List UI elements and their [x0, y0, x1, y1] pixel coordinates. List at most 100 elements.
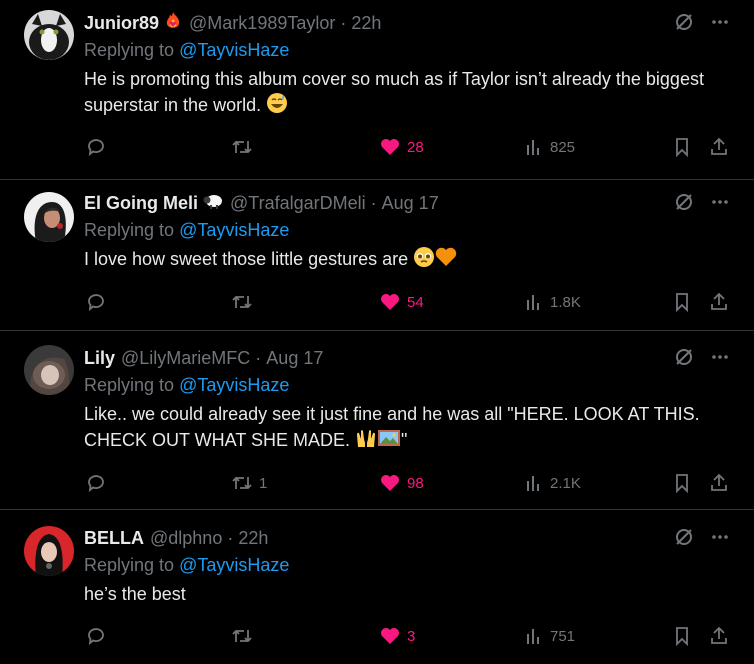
- mention-link[interactable]: @TayvisHaze: [179, 375, 289, 395]
- reply-tweet[interactable]: Lily @LilyMarieMFC · Aug 17 Replying to …: [0, 331, 754, 510]
- fire-heart-icon: [163, 11, 183, 36]
- tweet-text-content: he’s the best: [84, 584, 186, 604]
- display-name[interactable]: Junior89: [84, 13, 159, 34]
- like-button[interactable]: 28: [379, 135, 424, 159]
- reply-tweet[interactable]: BELLA @dlphno · 22h Replying to @TayvisH…: [0, 510, 754, 664]
- mention-link[interactable]: @TayvisHaze: [179, 220, 289, 240]
- tweet-top-actions: [674, 347, 730, 372]
- separator-dot: ·: [340, 12, 347, 33]
- framed-picture-emoji: [377, 427, 401, 456]
- like-count: 3: [407, 627, 416, 645]
- share-button[interactable]: [709, 290, 729, 314]
- heart-filled-icon: [381, 628, 399, 644]
- replying-to: Replying to @TayvisHaze: [84, 40, 730, 62]
- retweet-icon: [232, 629, 252, 643]
- view-count: 1.8K: [550, 293, 581, 311]
- timestamp[interactable]: 22h: [238, 528, 268, 549]
- more-options-icon[interactable]: [710, 12, 730, 37]
- display-name[interactable]: El Going Meli: [84, 193, 198, 214]
- bookmark-icon: [676, 627, 688, 646]
- bookmark-button[interactable]: [672, 290, 692, 314]
- retweet-count: 1: [259, 474, 268, 492]
- views-button[interactable]: 751: [524, 624, 575, 648]
- avatar[interactable]: [24, 345, 74, 395]
- views-button[interactable]: 2.1K: [524, 471, 581, 495]
- views-button[interactable]: 1.8K: [524, 290, 581, 314]
- like-count: 28: [407, 138, 424, 156]
- timestamp[interactable]: Aug 17: [266, 348, 323, 369]
- reply-button[interactable]: [86, 135, 112, 159]
- views-chart-icon: [527, 476, 539, 491]
- retweet-button[interactable]: [231, 135, 259, 159]
- reply-feed: Junior89 @Mark1989Taylor · 22h Replying …: [0, 0, 754, 664]
- grok-icon[interactable]: [674, 12, 694, 37]
- views-button[interactable]: 825: [524, 135, 575, 159]
- grok-icon[interactable]: [674, 192, 694, 217]
- like-button[interactable]: 3: [379, 624, 415, 648]
- bookmark-button[interactable]: [672, 135, 692, 159]
- retweet-icon: [232, 140, 252, 154]
- more-options-icon[interactable]: [710, 347, 730, 372]
- user-handle[interactable]: @Mark1989Taylor: [189, 13, 335, 34]
- like-button[interactable]: 98: [379, 471, 424, 495]
- view-count: 751: [550, 627, 576, 645]
- mention-link[interactable]: @TayvisHaze: [179, 40, 289, 60]
- timestamp[interactable]: 22h: [351, 13, 381, 34]
- tweet-top-actions: [674, 12, 730, 37]
- share-button[interactable]: [709, 624, 729, 648]
- avatar[interactable]: [24, 526, 74, 576]
- retweet-button[interactable]: [231, 290, 259, 314]
- tweet-actions: 28 825: [0, 135, 754, 159]
- reply-button[interactable]: [86, 624, 112, 648]
- bookmark-icon: [676, 293, 688, 312]
- display-name[interactable]: BELLA: [84, 528, 144, 549]
- reply-tweet[interactable]: Junior89 @Mark1989Taylor · 22h Replying …: [0, 0, 754, 180]
- avatar[interactable]: [24, 10, 74, 60]
- bookmark-icon: [676, 138, 688, 157]
- reply-icon: [88, 475, 104, 493]
- avatar-portrait-image: [24, 192, 74, 242]
- share-button[interactable]: [709, 471, 729, 495]
- avatar[interactable]: [24, 192, 74, 242]
- views-chart-icon: [527, 140, 539, 155]
- sheep-icon: [202, 192, 224, 215]
- mention-link[interactable]: @TayvisHaze: [179, 555, 289, 575]
- replying-label: Replying to: [84, 375, 180, 395]
- more-options-icon[interactable]: [710, 527, 730, 552]
- reply-icon: [88, 628, 104, 646]
- more-options-icon[interactable]: [710, 192, 730, 217]
- like-button[interactable]: 54: [379, 290, 424, 314]
- replying-label: Replying to: [84, 40, 180, 60]
- replying-to: Replying to @TayvisHaze: [84, 220, 730, 242]
- avatar-cat-image: [24, 10, 74, 60]
- user-handle[interactable]: @TrafalgarDMeli: [230, 193, 366, 214]
- view-count: 2.1K: [550, 474, 581, 492]
- grok-icon[interactable]: [674, 347, 694, 372]
- retweet-button[interactable]: [231, 624, 259, 648]
- share-button[interactable]: [709, 135, 729, 159]
- separator-dot: ·: [227, 527, 234, 548]
- bookmark-button[interactable]: [672, 471, 692, 495]
- orange-heart-emoji: [435, 246, 457, 275]
- tweet-actions: 1 98 2.1K: [0, 471, 754, 495]
- share-icon: [711, 626, 727, 644]
- tweet-header: Junior89 @Mark1989Taylor · 22h: [84, 11, 730, 36]
- tweet-top-actions: [674, 527, 730, 552]
- tweet-actions: 54 1.8K: [0, 290, 754, 314]
- bookmark-button[interactable]: [672, 624, 692, 648]
- grok-icon[interactable]: [674, 527, 694, 552]
- views-chart-icon: [527, 295, 539, 310]
- display-name[interactable]: Lily: [84, 348, 115, 369]
- user-handle[interactable]: @LilyMarieMFC: [121, 348, 250, 369]
- reply-tweet[interactable]: El Going Meli @TrafalgarDMeli · Aug 17 R…: [0, 180, 754, 331]
- reply-button[interactable]: [86, 290, 112, 314]
- timestamp[interactable]: Aug 17: [382, 193, 439, 214]
- retweet-button[interactable]: 1: [231, 471, 267, 495]
- heart-filled-icon: [381, 294, 399, 310]
- share-icon: [711, 137, 727, 155]
- reply-button[interactable]: [86, 471, 112, 495]
- user-handle[interactable]: @dlphno: [150, 528, 222, 549]
- retweet-icon: [232, 295, 252, 309]
- retweet-icon: [232, 476, 252, 490]
- raised-hands-emoji: [355, 427, 377, 456]
